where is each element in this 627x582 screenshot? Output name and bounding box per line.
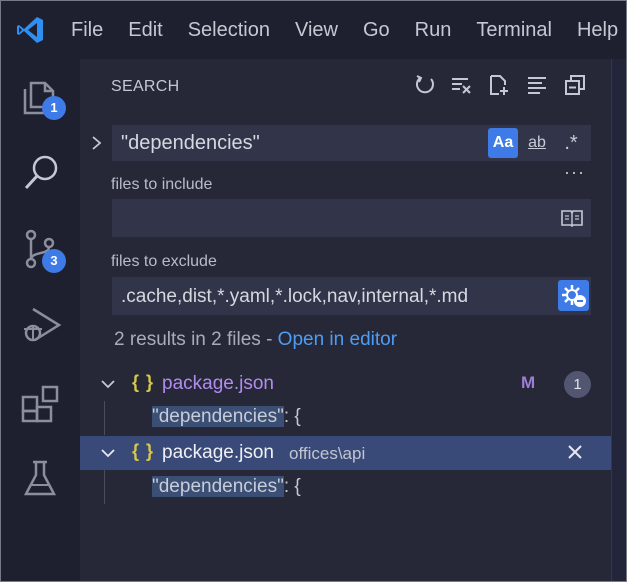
result-match-line[interactable]: "dependencies": {	[152, 406, 301, 428]
match-highlight: "dependencies"	[152, 406, 284, 427]
menu-edit[interactable]: Edit	[128, 19, 162, 42]
json-file-icon: { }	[132, 441, 155, 461]
title-bar: File Edit Selection View Go Run Terminal…	[1, 1, 626, 59]
exclude-input[interactable]: .cache,dist,*.yaml,*.lock,nav,internal,*…	[112, 277, 591, 315]
tree-indent-guide	[104, 401, 105, 435]
refresh-icon[interactable]	[414, 74, 436, 96]
result-match-line[interactable]: "dependencies": {	[152, 476, 301, 498]
menu-run[interactable]: Run	[415, 19, 452, 42]
use-exclude-settings-toggle[interactable]	[558, 280, 589, 311]
run-debug-icon	[24, 307, 62, 342]
view-as-tree-icon[interactable]	[526, 74, 548, 96]
activity-bar: 1 3	[1, 59, 80, 581]
json-file-icon: { }	[132, 372, 155, 392]
result-file-name: package.json	[162, 442, 274, 463]
new-search-editor-icon[interactable]	[488, 74, 510, 96]
activity-source-control[interactable]: 3	[1, 213, 80, 283]
results-count: 2 results in 2 files -	[114, 329, 278, 350]
vscode-window: File Edit Selection View Go Run Terminal…	[0, 0, 627, 582]
menu-file[interactable]: File	[71, 19, 103, 42]
vscode-logo-icon	[17, 17, 43, 43]
open-in-editor-link[interactable]: Open in editor	[278, 329, 397, 350]
match-case-toggle[interactable]: Aa	[488, 128, 518, 158]
regex-toggle[interactable]: .*	[556, 128, 586, 158]
search-icon	[24, 155, 58, 190]
result-file-path: offices\api	[289, 444, 366, 463]
chevron-down-icon[interactable]	[100, 377, 116, 391]
result-file-name: package.json	[162, 373, 274, 394]
activity-explorer[interactable]: 1	[1, 63, 80, 133]
menu-terminal[interactable]: Terminal	[476, 19, 552, 42]
match-context: : {	[283, 476, 301, 497]
extensions-icon	[21, 385, 59, 423]
toggle-replace-chevron-icon[interactable]	[89, 135, 103, 151]
open-editors-book-icon[interactable]	[560, 208, 584, 228]
modified-indicator: M	[521, 373, 536, 392]
match-highlight: "dependencies"	[152, 476, 284, 497]
search-input[interactable]: "dependencies" Aa ab .*	[112, 125, 591, 161]
menu-selection[interactable]: Selection	[188, 19, 270, 42]
activity-run-debug[interactable]	[1, 289, 80, 359]
menu-bar: File Edit Selection View Go Run Terminal…	[71, 1, 626, 59]
include-label: files to include	[111, 176, 213, 193]
scm-badge: 3	[42, 249, 66, 273]
chevron-down-icon[interactable]	[100, 446, 116, 460]
menu-view[interactable]: View	[295, 19, 338, 42]
exclude-value: .cache,dist,*.yaml,*.lock,nav,internal,*…	[121, 286, 469, 307]
tree-indent-guide	[104, 470, 105, 504]
panel-title: SEARCH	[111, 78, 180, 95]
search-query: "dependencies"	[121, 132, 260, 154]
menu-go[interactable]: Go	[363, 19, 390, 42]
toggle-search-details[interactable]: ···	[564, 162, 585, 183]
editor-edge	[611, 59, 626, 581]
match-whole-word-toggle[interactable]: ab	[522, 128, 552, 158]
menu-help[interactable]: Help	[577, 19, 618, 42]
result-file-row[interactable]: { } package.json M 1	[80, 367, 611, 401]
result-file-row[interactable]: { } package.json offices\api	[80, 436, 611, 470]
include-input[interactable]	[112, 199, 591, 237]
dismiss-result-close-icon[interactable]	[567, 444, 583, 460]
exclude-label: files to exclude	[111, 253, 217, 270]
activity-testing[interactable]	[1, 443, 80, 513]
results-summary: 2 results in 2 files - Open in editor	[114, 329, 397, 351]
clear-results-icon[interactable]	[450, 74, 472, 96]
gear-exclude-icon	[562, 285, 586, 307]
match-count-badge: 1	[564, 371, 591, 398]
activity-extensions[interactable]	[1, 367, 80, 437]
search-panel: SEARCH "dependencies" Aa ab .* ··· files…	[80, 59, 611, 581]
match-context: : {	[283, 406, 301, 427]
collapse-all-icon[interactable]	[564, 74, 586, 96]
activity-search[interactable]	[1, 137, 80, 207]
flask-icon	[23, 460, 57, 496]
explorer-badge: 1	[42, 96, 66, 120]
